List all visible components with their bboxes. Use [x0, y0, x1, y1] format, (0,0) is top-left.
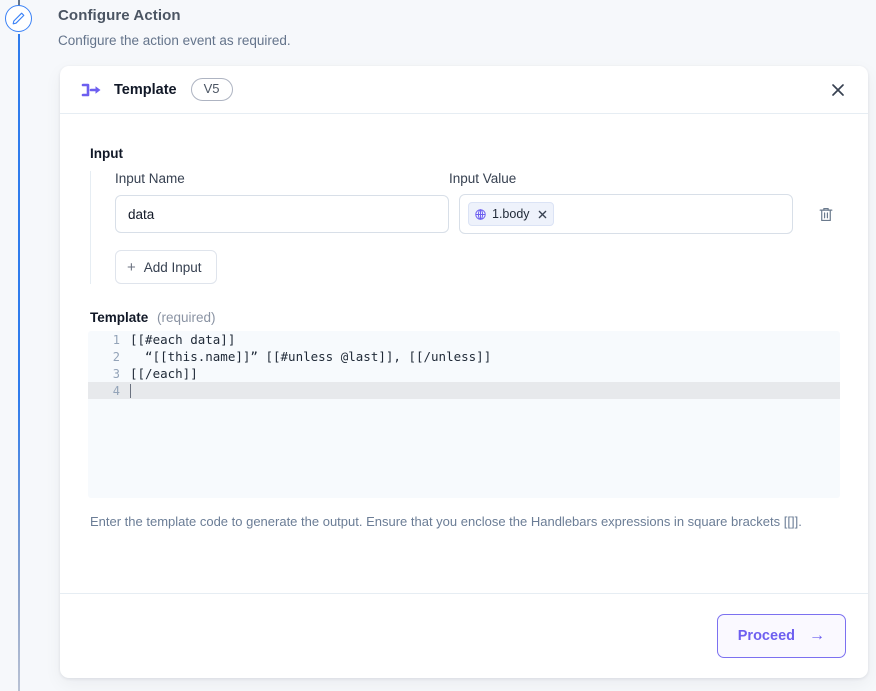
- input-value-field[interactable]: 1.body: [459, 194, 793, 234]
- page-heading: Configure Action Configure the action ev…: [58, 6, 758, 50]
- line-number: 4: [112, 383, 120, 398]
- input-section-heading: Input: [90, 146, 123, 161]
- rail-connector-line: [18, 34, 20, 691]
- line-number: 1: [112, 332, 120, 347]
- add-input-button[interactable]: + Add Input: [115, 250, 217, 284]
- value-chip[interactable]: 1.body: [468, 202, 554, 226]
- trash-icon[interactable]: [815, 203, 837, 225]
- card-footer: Proceed →: [60, 593, 868, 678]
- card-header: Template V5: [60, 66, 868, 114]
- chip-label: 1.body: [492, 207, 530, 221]
- configure-action-card: Template V5 Input Input Name Input Value…: [60, 66, 868, 678]
- globe-icon: [474, 208, 487, 221]
- page-subtitle: Configure the action event as required.: [58, 33, 291, 48]
- card-title: Template: [114, 81, 177, 98]
- input-block: Input Name Input Value data 1.body + Add…: [90, 171, 840, 284]
- line-number: 2: [112, 349, 120, 364]
- line-code: “[[this.name]]” [[#unless @last]], [[/un…: [130, 349, 492, 364]
- proceed-button[interactable]: Proceed →: [716, 614, 846, 658]
- input-column-labels: Input Name Input Value: [115, 171, 840, 186]
- input-name-value: data: [128, 206, 155, 222]
- template-label: Template: [90, 310, 149, 325]
- line-code: [[/each]]: [130, 366, 198, 381]
- text-cursor: [130, 383, 131, 398]
- input-value-label: Input Value: [449, 171, 517, 186]
- version-badge: V5: [190, 78, 233, 101]
- page-title: Configure Action: [58, 7, 181, 24]
- card-body: Input Input Name Input Value data 1.body…: [60, 114, 868, 532]
- template-transform-icon: [80, 80, 102, 100]
- line-number: 3: [112, 366, 120, 381]
- close-icon[interactable]: [826, 78, 850, 102]
- pencil-icon[interactable]: [5, 5, 32, 32]
- code-line[interactable]: 3 [[/each]]: [88, 365, 840, 382]
- add-input-label: Add Input: [143, 259, 202, 275]
- code-line[interactable]: 1 [[#each data]]: [88, 331, 840, 348]
- plus-icon: +: [127, 258, 136, 276]
- template-help-text: Enter the template code to generate the …: [90, 514, 802, 529]
- template-code-editor[interactable]: 1 [[#each data]] 2 “[[this.name]]” [[#unle…: [88, 331, 840, 498]
- code-line[interactable]: 2 “[[this.name]]” [[#unless @last]], [[/…: [88, 348, 840, 365]
- proceed-label: Proceed: [737, 628, 795, 644]
- chip-remove-icon[interactable]: [538, 208, 547, 221]
- input-name-field[interactable]: data: [115, 195, 449, 233]
- code-line[interactable]: 4: [88, 382, 840, 399]
- arrow-right-icon: →: [809, 627, 825, 644]
- template-field-label: Template (required): [90, 310, 840, 325]
- input-row: data 1.body: [115, 194, 840, 234]
- step-rail: [0, 0, 40, 691]
- template-required-note: (required): [157, 310, 216, 325]
- input-name-label: Input Name: [115, 171, 185, 186]
- line-code: [[#each data]]: [130, 332, 236, 347]
